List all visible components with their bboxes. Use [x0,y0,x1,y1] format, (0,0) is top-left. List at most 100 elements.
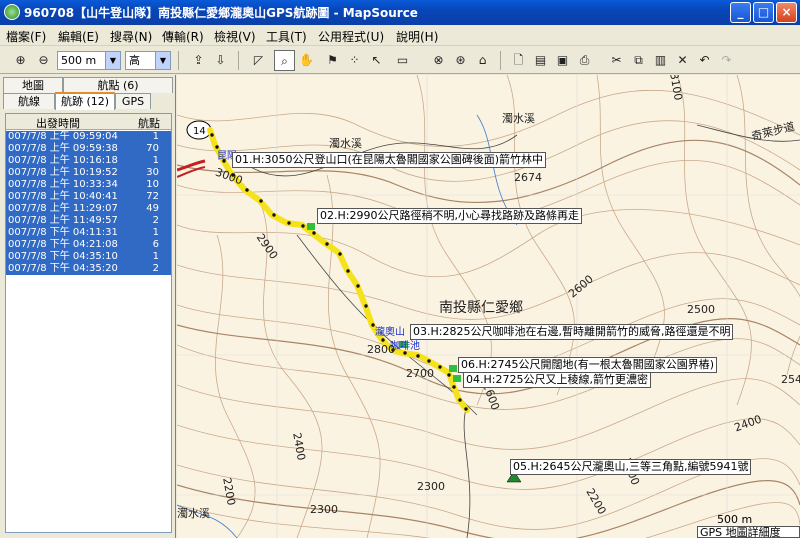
menu-edit[interactable]: 編輯(E) [58,28,99,45]
elevation-label: 2674 [514,171,542,184]
waypoint-label-01[interactable]: 01.H:3050公尺登山口(在昆陽太魯閣國家公園碑後面)箭竹林中 [232,152,547,168]
zoom-in-icon[interactable]: ⊕ [10,50,31,71]
detail-select[interactable]: 高 ▼ [125,51,171,70]
undo-icon[interactable]: ↶ [694,50,715,71]
separator [238,51,239,70]
table-row[interactable]: 007/7/8 上午 10:19:52 30 [6,167,171,179]
waypoint-label-02[interactable]: 02.H:2990公尺路徑稍不明,小心尋找路跡及路條再走 [317,208,582,224]
row-points: 1 [152,251,159,262]
col-points[interactable]: 航點 [138,115,160,131]
table-row[interactable]: 007/7/8 上午 09:59:04 1 [6,131,171,143]
menu-bar: 檔案(F) 編輯(E) 搜尋(N) 傳輸(R) 檢視(V) 工具(T) 公用程式… [0,25,800,46]
waypoint-label-05[interactable]: 05.H:2645公尺瀧奧山,三等三角點,編號5941號 [510,459,752,475]
track-list[interactable]: 出發時間 航點 007/7/8 上午 09:59:04 1 007/7/8 上午 0… [5,113,172,533]
toolbar: ⊕ ⊖ 500 m ▼ 高 ▼ ⇪ ⇩ ◸ ⌕ ✋ ⚑ ⁘ ↖ ▭ ⊗ ⊛ ⌂ … [0,47,800,74]
pointer-tool-icon[interactable]: ↖ [366,50,387,71]
minimize-button[interactable]: _ [730,2,751,23]
row-start-time: 007/7/8 上午 10:19:52 [8,167,118,178]
zoom-out-icon[interactable]: ⊖ [33,50,54,71]
place-label: 濁水溪 [502,112,535,125]
row-start-time: 007/7/8 上午 09:59:38 [8,143,118,154]
col-start-time[interactable]: 出發時間 [36,115,80,131]
maximize-button[interactable]: □ [753,2,774,23]
find-nearest-icon[interactable]: ⊛ [450,50,471,71]
menu-view[interactable]: 檢視(V) [214,28,256,45]
row-points: 1 [152,155,159,166]
zoom-select[interactable]: 500 m ▼ [57,51,121,70]
row-points: 70 [146,143,159,154]
poi-label: 瀧奧山 [375,327,405,338]
menu-tools[interactable]: 工具(T) [266,28,307,45]
close-button[interactable]: × [776,2,797,23]
window-title: 960708【山牛登山隊】南投縣仁愛鄉瀧奧山GPS航跡圖 - MapSource [24,6,418,20]
paste-icon[interactable]: ▥ [650,50,671,71]
row-start-time: 007/7/8 下午 04:11:31 [8,227,118,238]
row-start-time: 007/7/8 下午 04:35:20 [8,263,118,274]
table-row[interactable]: 007/7/8 下午 04:35:20 2 [6,263,171,275]
tab-gps[interactable]: GPS [115,93,151,109]
row-points: 49 [146,203,159,214]
row-points: 30 [146,167,159,178]
app-icon [4,4,20,20]
menu-utilities[interactable]: 公用程式(U) [318,28,384,45]
row-start-time: 007/7/8 上午 10:33:34 [8,179,118,190]
menu-file[interactable]: 檔案(F) [6,28,46,45]
table-row[interactable]: 007/7/8 上午 11:49:57 2 [6,215,171,227]
table-row[interactable]: 007/7/8 上午 10:33:34 10 [6,179,171,191]
find-icon[interactable]: ⊗ [428,50,449,71]
save-icon[interactable]: ▣ [552,50,573,71]
zoom-tool-icon[interactable]: ⌕ [274,50,295,71]
flag-tool-icon[interactable]: ⚑ [322,50,343,71]
table-row[interactable]: 007/7/8 上午 11:29:07 49 [6,203,171,215]
row-points: 1 [152,131,159,142]
print-icon[interactable]: ⎙ [574,50,595,71]
row-start-time: 007/7/8 下午 04:35:10 [8,251,118,262]
redo-icon[interactable]: ↷ [716,50,737,71]
row-start-time: 007/7/8 下午 04:21:08 [8,239,118,250]
table-row[interactable]: 007/7/8 下午 04:11:31 1 [6,227,171,239]
menu-help[interactable]: 說明(H) [396,28,438,45]
measure-icon[interactable]: ▭ [392,50,413,71]
detail-select-value: 高 [129,54,140,67]
chevron-down-icon: ▼ [155,52,170,69]
waypoint-label-06[interactable]: 06.H:2745公尺開闊地(有一根太魯閣國家公園界樁) [458,357,718,373]
table-row[interactable]: 007/7/8 下午 04:21:08 6 [6,239,171,251]
table-row[interactable]: 007/7/8 下午 04:35:10 1 [6,251,171,263]
place-label: 濁水溪 [329,137,362,150]
map-detail-label: GPS 地圖詳細度 [697,526,800,538]
send-icon[interactable]: ⇩ [210,50,231,71]
map-view[interactable]: 14 濁水溪 濁水溪 南投縣仁愛鄉 奇萊步道 濁水溪 昆陽 瀧奧山 咖啡池 31… [177,75,800,538]
chevron-down-icon: ▼ [105,52,120,69]
cut-icon[interactable]: ✂ [606,50,627,71]
table-row[interactable]: 007/7/8 上午 09:59:38 70 [6,143,171,155]
receive-icon[interactable]: ⇪ [188,50,209,71]
tab-tracks[interactable]: 航跡 (12) [55,92,115,110]
route-tool-icon[interactable]: ⁘ [344,50,365,71]
hand-tool-icon[interactable]: ✋ [296,50,317,71]
row-points: 10 [146,179,159,190]
menu-transfer[interactable]: 傳輸(R) [162,28,204,45]
list-header: 出發時間 航點 [6,114,171,130]
copy-icon[interactable]: ⧉ [628,50,649,71]
table-row[interactable]: 007/7/8 上午 10:40:41 72 [6,191,171,203]
open-file-icon[interactable]: ▤ [530,50,551,71]
tab-waypoints[interactable]: 航點 (6) [63,77,173,93]
find-address-icon[interactable]: ⌂ [472,50,493,71]
row-points: 72 [146,191,159,202]
delete-icon[interactable]: ✕ [672,50,693,71]
scale-label: 500 m [717,513,753,526]
zoom-select-value: 500 m [61,54,97,67]
waypoint-label-04[interactable]: 04.H:2725公尺又上稜線,箭竹更濃密 [463,372,651,388]
row-points: 2 [152,263,159,274]
table-row[interactable]: 007/7/8 上午 10:16:18 1 [6,155,171,167]
new-file-icon[interactable]: 🗋 [508,50,529,71]
tab-routes[interactable]: 航線 [3,93,55,109]
map-tool-icon[interactable]: ◸ [248,50,269,71]
waypoint-label-03[interactable]: 03.H:2825公尺咖啡池在右邊,暫時離開箭竹的威脅,路徑還是不明 [410,324,734,340]
elevation-label: 2300 [310,503,338,516]
elevation-label: 254 [781,373,800,386]
road-marker-label: 14 [193,126,206,137]
place-label: 濁水溪 [177,507,210,520]
tab-maps[interactable]: 地圖 [3,77,63,93]
menu-search[interactable]: 搜尋(N) [110,28,152,45]
